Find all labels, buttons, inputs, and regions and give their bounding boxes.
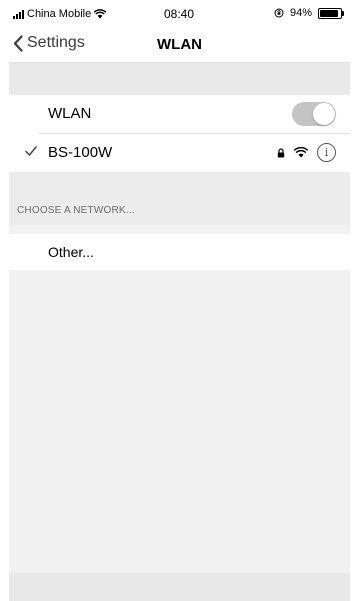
carrier-area: China Mobile: [13, 8, 107, 20]
connected-network-row[interactable]: BS-100W i: [9, 134, 350, 172]
rotation-lock-icon: [274, 8, 284, 18]
section-spacer: [9, 63, 350, 95]
battery-area: 94%: [274, 7, 344, 19]
wifi-icon: [294, 147, 308, 158]
wlan-toggle-row: WLAN: [9, 95, 350, 133]
wlan-group: WLAN BS-100W i: [9, 95, 350, 172]
settings-screen: China Mobile 08:40 94% Settings WLAN WLA…: [9, 0, 350, 601]
navigation-bar: Settings WLAN: [9, 28, 350, 63]
info-icon[interactable]: i: [317, 143, 336, 162]
wlan-toggle-switch[interactable]: [292, 102, 336, 126]
battery-icon: [318, 7, 344, 19]
section-header-label: CHOOSE A NETWORK...: [17, 205, 135, 216]
carrier-name: China Mobile: [27, 8, 92, 20]
other-network-label: Other...: [48, 244, 94, 260]
network-status-icons: i: [277, 143, 336, 162]
wlan-label: WLAN: [48, 105, 92, 122]
lock-icon: [277, 147, 285, 157]
bottom-bar: [9, 573, 350, 601]
signal-icon: [13, 9, 24, 19]
other-network-row[interactable]: Other...: [9, 234, 350, 270]
checkmark-icon: [25, 146, 37, 156]
network-name: BS-100W: [48, 144, 113, 161]
clock: 08:40: [164, 7, 195, 21]
toggle-knob: [313, 103, 335, 125]
status-bar: China Mobile 08:40 94%: [9, 0, 350, 28]
page-title: WLAN: [157, 36, 202, 53]
choose-network-header: CHOOSE A NETWORK...: [9, 172, 350, 225]
wifi-status-icon: [94, 9, 107, 19]
battery-percent: 94%: [289, 7, 312, 19]
